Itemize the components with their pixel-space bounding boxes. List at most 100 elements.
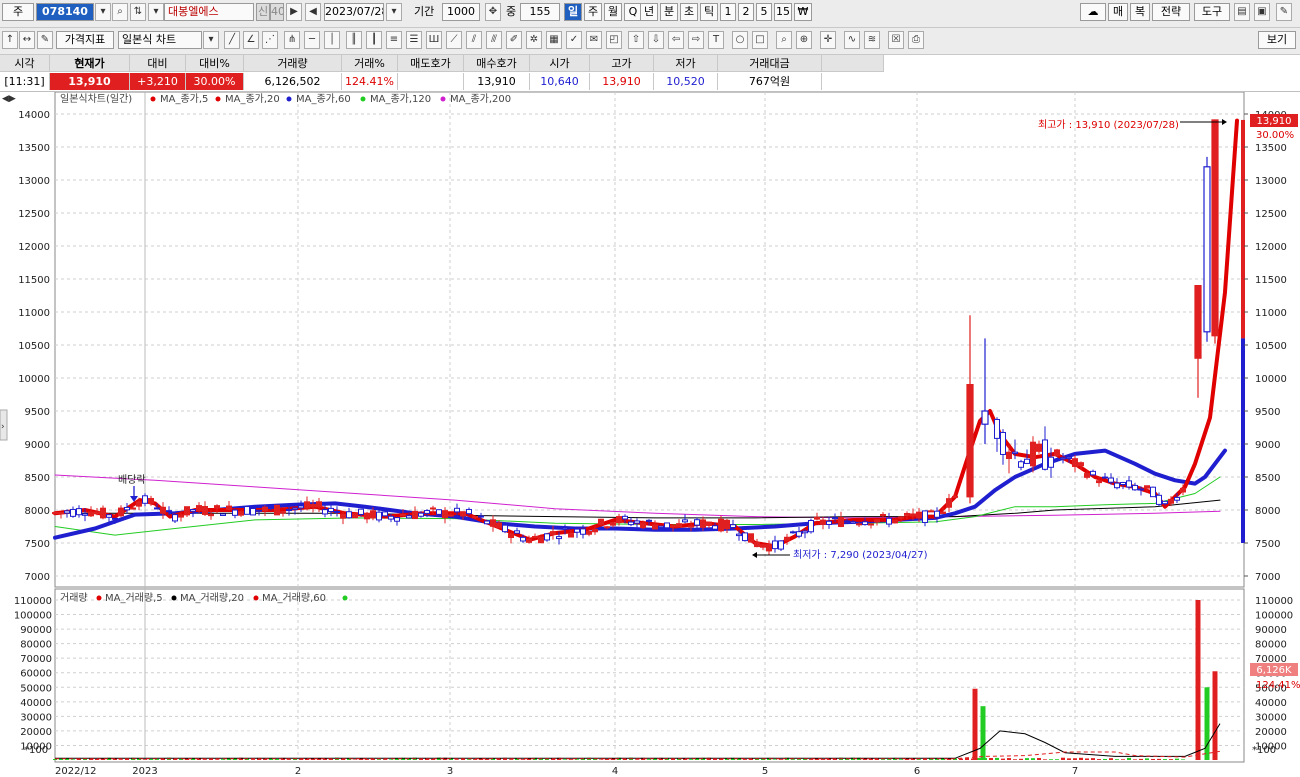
cloud-icon[interactable]: ☁ — [1080, 3, 1106, 21]
zoom-input[interactable]: 155 — [520, 3, 560, 21]
frame-icon[interactable]: ◰ — [606, 31, 622, 49]
period-label: 기간 — [414, 5, 435, 18]
candle-body — [178, 514, 184, 518]
period-month-button[interactable]: 월 — [604, 3, 622, 21]
multi-button[interactable]: 복 — [1130, 3, 1150, 21]
currency-button[interactable]: ₩ — [794, 3, 812, 21]
fan-tool-icon[interactable]: ⋰ — [262, 31, 278, 49]
play-icon[interactable]: ▶ — [286, 3, 302, 21]
price-indicator-button[interactable]: 가격지표 — [56, 31, 114, 49]
up-arrow-icon[interactable]: ⇧ — [628, 31, 644, 49]
fib-retrace-icon[interactable]: ≡ — [386, 31, 402, 49]
parallel-icon[interactable]: ⫽ — [466, 31, 482, 49]
vline-icon[interactable]: │ — [324, 31, 340, 49]
hline-icon[interactable]: ─ — [304, 31, 320, 49]
notable-volume-bar — [1212, 671, 1218, 760]
strategy-button[interactable]: 전략 — [1152, 3, 1190, 21]
save-icon[interactable]: ▣ — [1254, 3, 1270, 21]
list-dropdown-icon[interactable]: ▾ — [148, 3, 164, 21]
candle-body — [652, 524, 658, 530]
period-second-button[interactable]: 초 — [680, 3, 698, 21]
stock-code-input[interactable]: 078140 — [36, 3, 94, 21]
volume-bar — [1133, 759, 1137, 760]
magic-icon[interactable]: ✲ — [526, 31, 542, 49]
marker-icon[interactable]: ✓ — [566, 31, 582, 49]
legend-ma60-dot — [286, 96, 292, 102]
arrow-up-icon[interactable]: ↑ — [2, 31, 18, 49]
chart-type-dropdown-icon[interactable]: ▾ — [203, 31, 219, 49]
arrow-lr-icon[interactable]: ↔ — [19, 31, 35, 49]
trend-icon[interactable]: ⟋ — [446, 31, 462, 49]
market-select[interactable]: 주 — [2, 3, 34, 21]
pitchfork-icon[interactable]: ⋔ — [284, 31, 300, 49]
header-volume-pct: 거래% — [342, 55, 398, 72]
down-arrow-icon[interactable]: ⇩ — [648, 31, 664, 49]
left-arrow-icon[interactable]: ⇦ — [668, 31, 684, 49]
magnet-icon[interactable]: ⊕ — [796, 31, 812, 49]
candle-body — [736, 533, 742, 537]
high-annotation: 최고가 : 13,910 (2023/07/28) — [1038, 119, 1179, 131]
candle-body — [364, 512, 370, 520]
gann-icon[interactable]: ⫻ — [486, 31, 502, 49]
close-chart-icon[interactable]: ☒ — [888, 31, 904, 49]
cycle-icon[interactable]: Ш — [426, 31, 442, 49]
palette-icon[interactable]: ▦ — [546, 31, 562, 49]
note-icon[interactable]: ✉ — [586, 31, 602, 49]
grid-tool-icon[interactable]: ║ — [346, 31, 362, 49]
header-amount: 거래대금 — [718, 55, 822, 72]
rect-tool-icon[interactable]: □ — [752, 31, 768, 49]
settings-icon[interactable]: ✎ — [1276, 3, 1292, 21]
interval-5-button[interactable]: 5 — [756, 3, 772, 21]
tools-button[interactable]: 도구 — [1194, 3, 1230, 21]
volume-bar — [563, 759, 567, 760]
prev-icon[interactable]: ◀ — [305, 3, 321, 21]
code-dropdown-icon[interactable]: ▾ — [95, 3, 111, 21]
volume-bar — [773, 759, 777, 760]
pen-icon[interactable]: ✐ — [506, 31, 522, 49]
date-input[interactable]: 2023/07/28 — [324, 3, 384, 21]
fib-time-icon[interactable]: ┃ — [366, 31, 382, 49]
channel-icon[interactable]: ☰ — [406, 31, 422, 49]
period-tick-button[interactable]: 틱 — [700, 3, 718, 21]
scroll-left-icon[interactable]: ◀▶ — [2, 94, 16, 104]
header-change: 대비 — [130, 55, 186, 72]
interval-1-button[interactable]: 1 — [720, 3, 736, 21]
period-year-button[interactable]: 년 — [640, 3, 658, 21]
candle-body — [748, 533, 754, 543]
period-input[interactable]: 1000 — [442, 3, 480, 21]
circle-tool-icon[interactable]: ○ — [732, 31, 748, 49]
print-icon[interactable]: ⎙ — [908, 31, 924, 49]
interval-2-button[interactable]: 2 — [738, 3, 754, 21]
fit-icon[interactable]: ✥ — [485, 3, 501, 21]
right-arrow-icon[interactable]: ⇨ — [688, 31, 704, 49]
chart-type-select[interactable]: 일본식 차트 — [118, 31, 202, 49]
search-icon[interactable]: ⌕ — [112, 3, 128, 21]
view-button[interactable]: 보기 — [1258, 31, 1296, 49]
interval-15-button[interactable]: 15 — [774, 3, 792, 21]
candle-body — [346, 511, 352, 519]
edit-icon[interactable]: ✎ — [37, 31, 53, 49]
price-tick-label-left: 12500 — [18, 209, 50, 220]
stock-name-field[interactable]: 대봉엘에스 — [164, 3, 254, 21]
stock-chart[interactable]: 7000 7000 7500 7500 8000 8000 8500 8500 9000 9000… — [0, 92, 1300, 777]
candle-body — [514, 530, 520, 534]
candle-body — [436, 509, 442, 515]
zigzag-icon[interactable]: ≋ — [864, 31, 880, 49]
buy-button[interactable]: 매 — [1108, 3, 1128, 21]
candle-body — [106, 514, 112, 518]
candle-body — [82, 513, 88, 516]
volume-bars — [53, 600, 1221, 760]
text-tool-icon[interactable]: T — [708, 31, 724, 49]
zoom-tool-icon[interactable]: ⌕ — [776, 31, 792, 49]
calendar-dropdown-icon[interactable]: ▾ — [386, 3, 402, 21]
folder-icon[interactable]: ▤ — [1234, 3, 1250, 21]
sort-icon[interactable]: ⇅ — [130, 3, 146, 21]
period-week-button[interactable]: 주 — [584, 3, 602, 21]
wave-icon[interactable]: ∿ — [844, 31, 860, 49]
period-day-button[interactable]: 일 — [564, 3, 582, 21]
candle-body — [184, 506, 190, 516]
angle-tool-icon[interactable]: ∠ — [243, 31, 259, 49]
period-minute-button[interactable]: 분 — [660, 3, 678, 21]
crosshair-icon[interactable]: ✛ — [820, 31, 836, 49]
line-tool-icon[interactable]: ╱ — [224, 31, 240, 49]
